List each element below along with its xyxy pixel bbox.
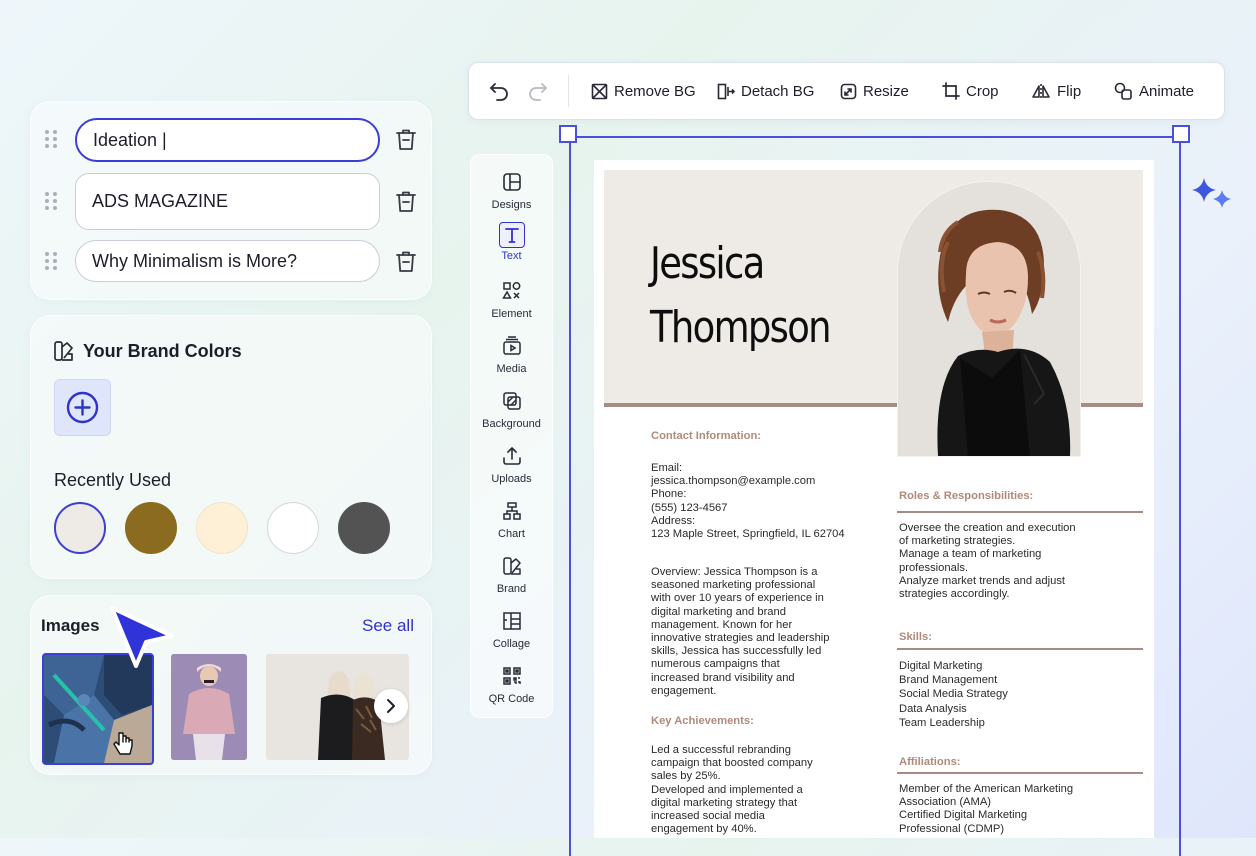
animate-button[interactable]: Animate xyxy=(1114,63,1194,119)
image-thumbnail[interactable] xyxy=(171,654,247,760)
qr-code-icon xyxy=(503,667,521,685)
rail-item-collage[interactable]: Collage xyxy=(471,610,552,660)
text-item-row: ADS MAGAZINE xyxy=(31,172,431,232)
detach-bg-button[interactable]: Detach BG xyxy=(717,63,814,119)
flip-button[interactable]: Flip xyxy=(1031,63,1081,119)
trash-icon[interactable] xyxy=(394,189,418,215)
sparkle-icon[interactable] xyxy=(1190,176,1236,212)
text-icon xyxy=(505,228,519,243)
rail-label: Element xyxy=(491,308,532,320)
color-swatch[interactable] xyxy=(54,502,106,554)
recently-used-title: Recently Used xyxy=(54,470,172,490)
rail-label: Uploads xyxy=(491,473,532,485)
detach-bg-icon xyxy=(717,83,735,99)
rail-label: Chart xyxy=(498,528,525,540)
crop-label: Crop xyxy=(966,82,999,100)
remove-bg-button[interactable]: Remove BG xyxy=(591,63,696,119)
color-swatch[interactable] xyxy=(267,502,319,554)
animate-label: Animate xyxy=(1139,82,1195,100)
rail-item-media[interactable]: Media xyxy=(471,335,552,385)
rail-label: Designs xyxy=(491,199,532,211)
brand-colors-title: Your Brand Colors xyxy=(83,341,242,361)
plus-circle-icon xyxy=(66,391,99,424)
media-icon xyxy=(503,336,521,355)
rail-item-designs[interactable]: Designs xyxy=(471,171,552,221)
selection-frame xyxy=(569,136,1181,856)
resize-handle-top-left[interactable] xyxy=(559,125,577,143)
rail-item-element[interactable]: Element xyxy=(471,280,552,330)
remove-bg-icon xyxy=(591,83,608,99)
resize-button[interactable]: Resize xyxy=(840,63,909,119)
brand-icon xyxy=(503,557,521,575)
rail-label: Brand xyxy=(496,583,527,595)
rail-item-text[interactable]: Text xyxy=(471,222,552,272)
text-item-input[interactable]: Why Minimalism is More? xyxy=(75,240,380,282)
color-swatch[interactable] xyxy=(338,502,390,554)
rail-item-brand[interactable]: Brand xyxy=(471,555,552,605)
text-item-row: Ideation | xyxy=(31,118,431,178)
toolbar-divider xyxy=(568,75,569,107)
text-item-row: Why Minimalism is More? xyxy=(31,240,431,300)
redo-icon[interactable] xyxy=(527,81,549,101)
images-title: Images xyxy=(41,616,100,635)
resize-label: Resize xyxy=(863,82,909,100)
animate-icon xyxy=(1114,82,1132,100)
text-items-panel: Ideation | ADS MAGAZINE Why Minimalism i… xyxy=(30,101,432,300)
trash-icon[interactable] xyxy=(394,127,418,153)
brand-colors-panel: Your Brand Colors Recently Used xyxy=(30,315,432,579)
rail-item-uploads[interactable]: Uploads xyxy=(471,445,552,495)
detach-bg-label: Detach BG xyxy=(741,82,815,100)
chevron-right-icon xyxy=(387,699,395,713)
resize-handle-top-right[interactable] xyxy=(1172,125,1190,143)
undo-icon[interactable] xyxy=(488,81,510,101)
crop-button[interactable]: Crop xyxy=(942,63,999,119)
text-item-input[interactable]: ADS MAGAZINE xyxy=(75,173,380,230)
color-swatch[interactable] xyxy=(125,502,177,554)
editor-toolbar: Remove BG Detach BG Resize Crop Flip Ani… xyxy=(468,62,1225,120)
rail-label: Media xyxy=(496,363,527,375)
brand-palette-icon xyxy=(54,341,73,361)
trash-icon[interactable] xyxy=(394,249,418,275)
images-panel: Images See all xyxy=(30,595,432,775)
rail-item-background[interactable]: Background xyxy=(471,390,552,440)
rail-label: Text xyxy=(501,250,522,262)
text-item-input[interactable]: Ideation | xyxy=(75,118,380,162)
shapes-icon xyxy=(502,282,521,299)
flip-icon xyxy=(1032,83,1050,100)
side-rail: Designs Text Element Media Background Up… xyxy=(470,154,553,718)
crop-icon xyxy=(942,82,960,100)
resize-icon xyxy=(840,83,857,99)
add-brand-color-button[interactable] xyxy=(54,379,111,436)
background-icon xyxy=(503,392,521,410)
rail-label: Collage xyxy=(492,638,531,650)
drag-handle-icon[interactable] xyxy=(45,192,61,214)
next-images-button[interactable] xyxy=(374,689,408,723)
chart-icon xyxy=(503,502,521,520)
rail-item-chart[interactable]: Chart xyxy=(471,500,552,550)
rail-item-qr-code[interactable]: QR Code xyxy=(471,665,552,715)
drag-handle-icon[interactable] xyxy=(45,130,61,152)
color-swatch[interactable] xyxy=(196,502,248,554)
rail-label: QR Code xyxy=(488,693,535,705)
drag-handle-icon[interactable] xyxy=(45,252,61,274)
see-all-link[interactable]: See all xyxy=(362,616,414,636)
rail-label: Background xyxy=(482,418,541,430)
upload-icon xyxy=(503,447,521,465)
cursor-pointer-icon xyxy=(110,606,174,668)
flip-label: Flip xyxy=(1057,82,1082,100)
collage-icon xyxy=(503,612,521,630)
layout-icon xyxy=(503,173,521,191)
hand-cursor-icon xyxy=(113,732,133,755)
remove-bg-label: Remove BG xyxy=(614,82,696,100)
